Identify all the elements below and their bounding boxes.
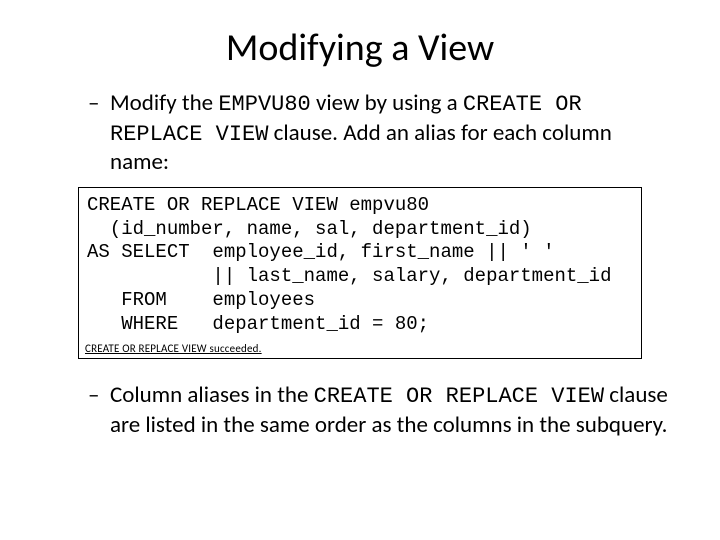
slide-title: Modifying a View: [50, 25, 670, 71]
bullet-dash: –: [88, 89, 110, 177]
inline-code: CREATE OR REPLACE VIEW: [314, 384, 604, 409]
text-run: view by using a: [311, 89, 463, 117]
bullet-text: Modify the EMPVU80 view by using a CREAT…: [110, 89, 670, 177]
bullet-list: – Modify the EMPVU80 view by using a CRE…: [50, 89, 670, 177]
text-run: Modify the: [110, 89, 218, 117]
text-run: Column aliases in the: [110, 381, 314, 409]
code-box: CREATE OR REPLACE VIEW empvu80 (id_numbe…: [78, 187, 642, 360]
bullet-list: – Column aliases in the CREATE OR REPLAC…: [50, 381, 670, 439]
execution-result: CREATE OR REPLACE VIEW succeeded.: [79, 342, 641, 358]
slide: Modifying a View – Modify the EMPVU80 vi…: [0, 0, 720, 540]
bullet-item: – Column aliases in the CREATE OR REPLAC…: [88, 381, 670, 439]
bullet-text: Column aliases in the CREATE OR REPLACE …: [110, 381, 670, 439]
sql-code: CREATE OR REPLACE VIEW empvu80 (id_numbe…: [79, 188, 641, 343]
inline-code: EMPVU80: [218, 92, 310, 117]
bullet-dash: –: [88, 381, 110, 439]
bullet-item: – Modify the EMPVU80 view by using a CRE…: [88, 89, 670, 177]
